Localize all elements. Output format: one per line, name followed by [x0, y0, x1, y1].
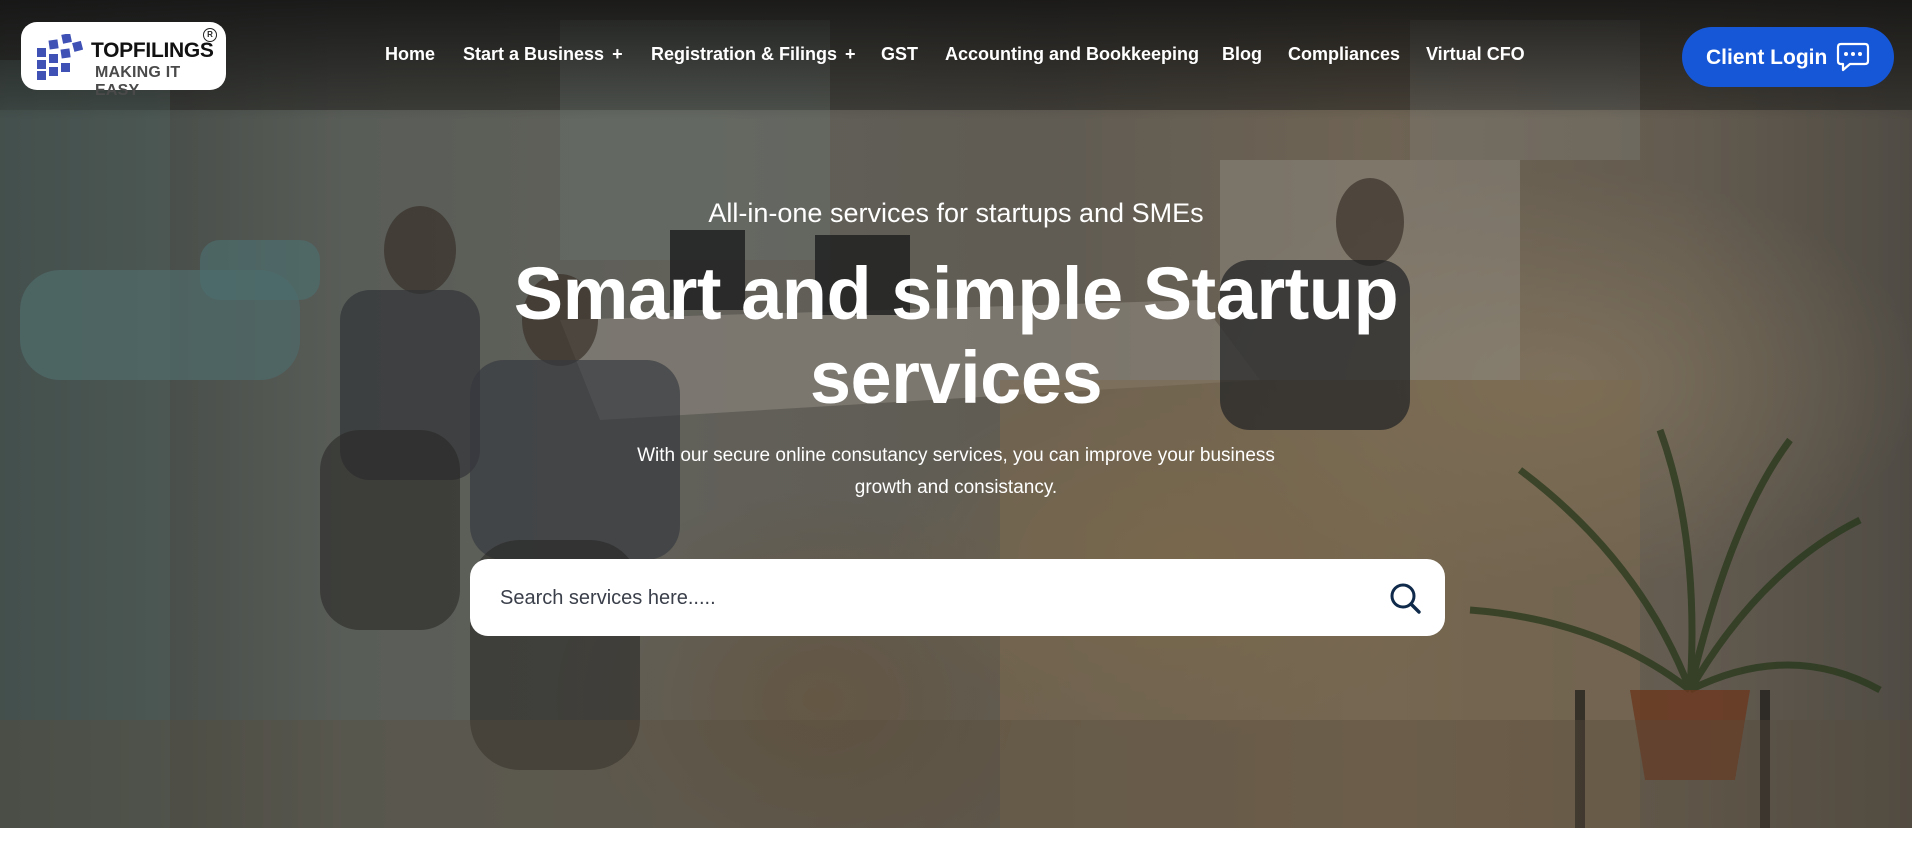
client-login-label: Client Login	[1706, 46, 1828, 69]
nav-item-registration-filings[interactable]: Registration & Filings +	[651, 44, 856, 65]
logo-tagline: MAKING IT EASY	[95, 64, 181, 99]
nav-item-gst[interactable]: GST	[881, 44, 918, 65]
client-login-button[interactable]: Client Login	[1682, 27, 1894, 87]
nav-item-home[interactable]: Home	[385, 44, 435, 65]
nav-item-label: Registration & Filings	[651, 44, 838, 64]
headline-line-2: services	[809, 336, 1103, 419]
subtext-line-2: growth and consistancy.	[854, 477, 1058, 498]
nav-item-label: Compliances	[1288, 44, 1401, 64]
topfilings-logo[interactable]: TOPFILINGS MAKING IT EASY R	[21, 22, 226, 99]
plus-icon: +	[612, 44, 623, 64]
nav-item-label: Accounting and Bookkeeping	[945, 44, 1200, 64]
search-icon[interactable]	[1388, 581, 1422, 615]
search-input[interactable]	[498, 559, 1362, 638]
chat-bubble-icon	[1836, 42, 1870, 72]
hero-subtext: With our secure online consutancy servic…	[576, 440, 1336, 504]
nav-item-label: GST	[881, 44, 919, 64]
nav-item-virtual-cfo[interactable]: Virtual CFO	[1426, 44, 1525, 65]
nav-item-label: Virtual CFO	[1426, 44, 1525, 64]
headline-line-1: Smart and simple Startup	[513, 252, 1399, 335]
service-search-box	[470, 559, 1445, 638]
nav-item-label: Start a Business	[463, 44, 605, 64]
nav-item-start-a-business[interactable]: Start a Business +	[463, 44, 623, 65]
registered-mark-icon: R	[203, 28, 217, 42]
nav-item-compliances[interactable]: Compliances	[1288, 44, 1400, 65]
nav-item-blog[interactable]: Blog	[1222, 44, 1262, 65]
logo-name: TOPFILINGS	[91, 39, 214, 62]
nav-item-label: Home	[385, 44, 436, 64]
logo-grid-icon	[37, 34, 83, 80]
hero-kicker: All-in-one services for startups and SME…	[708, 198, 1204, 228]
hero-headline: Smart and simple Startup services	[456, 252, 1456, 420]
subtext-line-1: With our secure online consutancy servic…	[637, 445, 1275, 466]
plus-icon: +	[845, 44, 856, 64]
nav-item-label: Blog	[1222, 44, 1262, 64]
nav-item-accounting-bookkeeping[interactable]: Accounting and Bookkeeping	[945, 44, 1199, 65]
